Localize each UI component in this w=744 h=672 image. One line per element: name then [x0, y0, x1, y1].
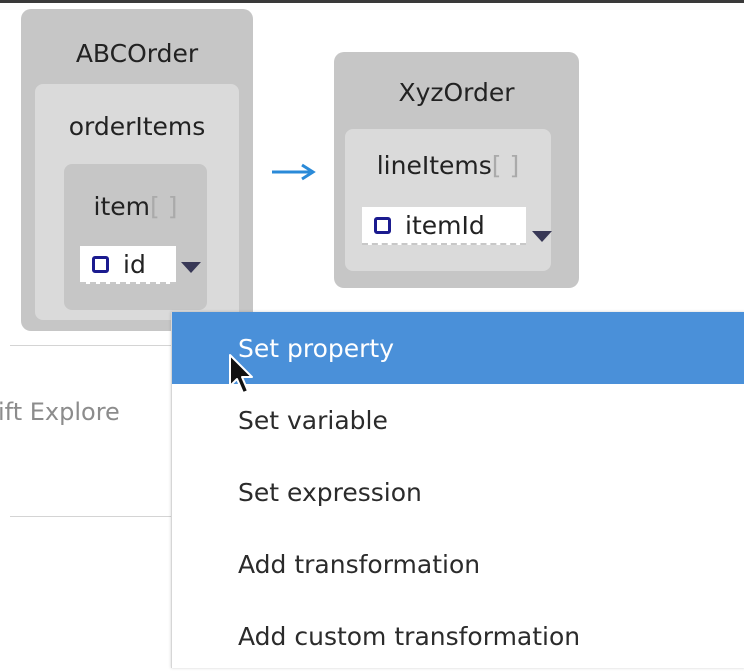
menu-item-add-custom-transformation[interactable]: Add custom transformation [172, 600, 744, 672]
source-child-label: orderItems [68, 112, 206, 141]
source-model-panel: ABCOrder orderItems item[ ] id [21, 9, 253, 331]
field-icon [92, 255, 109, 273]
target-collection-label: lineItems [376, 151, 492, 180]
menu-item-add-transformation[interactable]: Add transformation [172, 528, 744, 600]
menu-item-set-property[interactable]: Set property [172, 312, 744, 384]
top-border [0, 0, 744, 3]
divider [10, 516, 174, 517]
target-field-itemid[interactable]: itemId [362, 207, 526, 245]
mouse-pointer-icon [229, 354, 253, 394]
source-item-collection: item[ ] id [64, 164, 207, 310]
source-field-label: id [123, 249, 146, 279]
menu-item-set-variable[interactable]: Set variable [172, 384, 744, 456]
dropdown-arrow-icon[interactable] [532, 231, 552, 242]
source-field-id[interactable]: id [80, 246, 176, 284]
explorer-tab-label[interactable]: ift Explore [0, 398, 172, 426]
field-icon [374, 216, 391, 234]
target-root-label: XyzOrder [398, 78, 515, 107]
source-orderitems-node: orderItems item[ ] id [35, 84, 239, 320]
collection-bracket-icon: [ ] [491, 151, 520, 180]
dropdown-arrow-icon[interactable] [181, 262, 201, 273]
target-lineitems-collection: lineItems[ ] itemId [345, 129, 552, 271]
menu-item-set-expression[interactable]: Set expression [172, 456, 744, 528]
right-arrow-icon [272, 163, 316, 181]
target-model-panel: XyzOrder lineItems[ ] itemId [334, 52, 579, 288]
target-field-label: itemId [405, 210, 485, 240]
collection-bracket-icon: [ ] [150, 192, 178, 221]
source-root-label: ABCOrder [75, 39, 199, 68]
source-collection-label: item [93, 192, 150, 221]
divider [10, 345, 174, 346]
